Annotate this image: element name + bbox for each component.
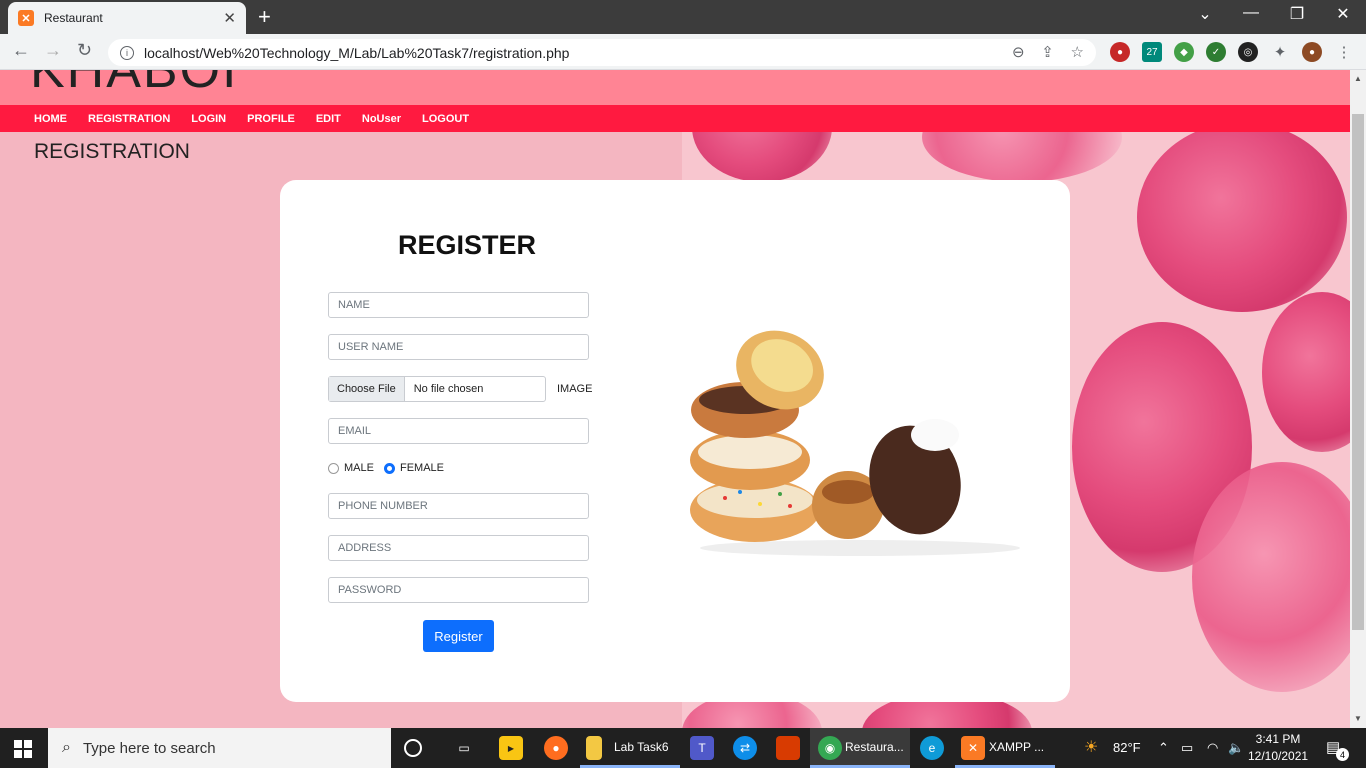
zoom-icon[interactable]: ⊖ <box>1012 44 1025 61</box>
nav-login[interactable]: LOGIN <box>191 113 226 125</box>
address-toolbar: ← → ↻ i localhost/Web%20Technology_M/Lab… <box>0 34 1366 70</box>
weather-icon[interactable]: ☀ <box>1084 737 1098 757</box>
forward-icon[interactable]: → <box>44 40 62 61</box>
windows-start-icon[interactable] <box>14 740 32 758</box>
scroll-up-icon[interactable]: ▲ <box>1354 74 1362 83</box>
browser-tab[interactable]: ✕ Restaurant ✕ <box>8 2 246 34</box>
chrome-icon[interactable]: ◉ <box>818 736 842 760</box>
back-icon[interactable]: ← <box>12 40 30 61</box>
edge-icon[interactable]: e <box>920 736 944 760</box>
extension-icon[interactable]: 27 <box>1142 42 1162 62</box>
taskbar-app-label[interactable]: Lab Task6 <box>614 740 669 754</box>
site-header: KHABOI <box>0 70 1350 105</box>
office-icon[interactable] <box>776 736 800 760</box>
page-scrollbar[interactable]: ▲ ▼ <box>1350 70 1366 728</box>
tab-close-icon[interactable]: ✕ <box>223 9 236 27</box>
restore-icon[interactable]: ❐ <box>1274 4 1320 24</box>
main-navigation: HOME REGISTRATION LOGIN PROFILE EDIT NoU… <box>0 105 1350 132</box>
image-label: IMAGE <box>557 383 593 395</box>
taskbar-search-box[interactable]: ⌕ Type here to search <box>48 728 391 768</box>
gender-radio-group: MALE FEMALE <box>328 462 444 474</box>
tray-chevron-icon[interactable]: ⌃ <box>1158 740 1169 756</box>
choose-file-button[interactable]: Choose File <box>329 377 405 401</box>
female-radio-label: FEMALE <box>399 462 444 474</box>
image-file-input[interactable]: Choose File No file chosen <box>328 376 546 402</box>
nav-edit[interactable]: EDIT <box>316 113 341 125</box>
firefox-icon[interactable]: ● <box>544 736 568 760</box>
url-bar[interactable]: i localhost/Web%20Technology_M/Lab/Lab%2… <box>108 39 1096 66</box>
nav-nouser[interactable]: NoUser <box>362 113 401 125</box>
taskbar-app-label[interactable]: Restaura... <box>845 740 904 754</box>
clock-time: 3:41 PM <box>1255 732 1301 746</box>
search-icon: ⌕ <box>62 739 71 756</box>
extension-icon[interactable]: ◆ <box>1174 42 1194 62</box>
bookmark-star-icon[interactable]: ☆ <box>1071 44 1084 61</box>
male-radio[interactable] <box>328 462 339 474</box>
battery-icon[interactable]: ▭ <box>1181 740 1193 756</box>
window-close-icon[interactable]: ✕ <box>1320 4 1366 24</box>
male-radio-label: MALE <box>344 462 374 474</box>
register-button[interactable]: Register <box>423 620 494 652</box>
clock-date: 12/10/2021 <box>1248 749 1309 763</box>
page-viewport: KHABOI HOME REGISTRATION LOGIN PROFILE E… <box>0 70 1350 728</box>
phone-input[interactable] <box>328 493 589 519</box>
notification-count-badge: 4 <box>1336 748 1349 761</box>
url-text: localhost/Web%20Technology_M/Lab/Lab%20T… <box>144 44 570 61</box>
extension-icon[interactable]: ● <box>1110 42 1130 62</box>
cortana-icon[interactable] <box>404 739 422 757</box>
teams-icon[interactable]: T <box>690 736 714 760</box>
weather-temp[interactable]: 82°F <box>1113 740 1141 755</box>
file-explorer-icon[interactable] <box>586 736 602 760</box>
file-status: No file chosen <box>413 383 484 395</box>
donuts-image <box>690 330 1020 556</box>
registration-card: REGISTER Choose File No file chosen IMAG… <box>280 180 1070 702</box>
username-input[interactable] <box>328 334 589 360</box>
teamviewer-icon[interactable]: ⇄ <box>733 736 757 760</box>
tab-search-icon[interactable]: ⌄ <box>1182 4 1228 24</box>
extension-icon[interactable]: ◎ <box>1238 42 1258 62</box>
site-logo: KHABOI <box>30 70 239 99</box>
minimize-icon[interactable]: — <box>1228 4 1274 22</box>
omnibox-actions: ⊖ ⇪ ☆ <box>1012 43 1084 61</box>
task-view-icon[interactable]: ▭ <box>452 736 476 760</box>
nav-profile[interactable]: PROFILE <box>247 113 295 125</box>
profile-avatar[interactable]: ● <box>1302 42 1322 62</box>
email-input[interactable] <box>328 418 589 444</box>
xampp-icon[interactable]: ✕ <box>961 736 985 760</box>
tab-title: Restaurant <box>44 11 103 25</box>
wifi-icon[interactable]: ◠ <box>1207 740 1218 756</box>
page-title: REGISTRATION <box>34 140 190 163</box>
taskbar-clock[interactable]: 3:41 PM 12/10/2021 <box>1248 731 1308 765</box>
player-app-icon[interactable]: ▶ <box>499 736 523 760</box>
new-tab-icon[interactable]: + <box>258 4 271 30</box>
address-input[interactable] <box>328 535 589 561</box>
female-radio[interactable] <box>383 462 395 474</box>
taskbar-app-label[interactable]: XAMPP ... <box>989 740 1044 754</box>
reload-icon[interactable]: ↻ <box>77 40 92 61</box>
windows-taskbar: ⌕ Type here to search ▭ ▶ ● Lab Task6 T … <box>0 728 1366 768</box>
menu-kebab-icon[interactable]: ⋮ <box>1334 42 1354 62</box>
browser-tabbar: ✕ Restaurant ✕ + ⌄ — ❐ ✕ <box>0 0 1366 34</box>
nav-logout[interactable]: LOGOUT <box>422 113 469 125</box>
shield-extension-icon[interactable]: ✓ <box>1206 42 1226 62</box>
scroll-down-icon[interactable]: ▼ <box>1354 714 1362 723</box>
scrollbar-thumb[interactable] <box>1352 114 1364 630</box>
xampp-favicon-icon: ✕ <box>18 10 34 26</box>
password-input[interactable] <box>328 577 589 603</box>
taskbar-search-text: Type here to search <box>82 739 216 757</box>
volume-icon[interactable]: 🔈 <box>1228 740 1244 756</box>
extensions-puzzle-icon[interactable]: ✦ <box>1270 42 1290 62</box>
name-input[interactable] <box>328 292 589 318</box>
form-title: REGISTER <box>398 230 537 260</box>
site-info-icon[interactable]: i <box>120 45 134 60</box>
nav-registration[interactable]: REGISTRATION <box>88 113 170 125</box>
nav-home[interactable]: HOME <box>34 113 67 125</box>
share-icon[interactable]: ⇪ <box>1041 44 1054 61</box>
